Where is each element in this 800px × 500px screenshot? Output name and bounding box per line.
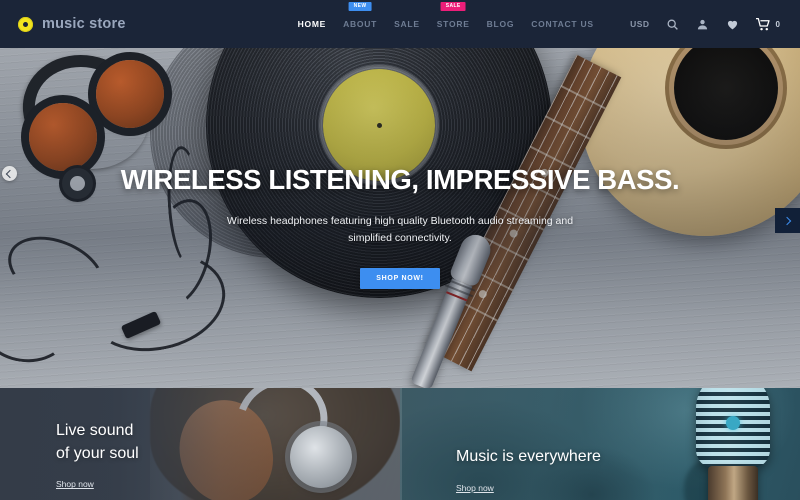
nav-badge-new: NEW — [348, 2, 372, 11]
promo-left-title-line2: of your soul — [56, 444, 139, 462]
nav-badge-sale: SALE — [440, 2, 466, 11]
currency-selector[interactable]: USD — [630, 19, 649, 29]
user-icon[interactable] — [696, 17, 710, 31]
nav-label-sale: SALE — [394, 19, 420, 29]
promo-banner-music-everywhere[interactable]: Music is everywhere Shop now — [400, 388, 800, 500]
promo-banners: Live sound of your soul Shop now Music i… — [0, 388, 800, 500]
hero-shop-now-button[interactable]: SHOP NOW! — [360, 268, 440, 289]
promo-right-shop-now-link[interactable]: Shop now — [456, 483, 494, 493]
promo-left-text-block: Live sound of your soul Shop now — [56, 420, 139, 492]
nav-item-blog[interactable]: BLOG — [487, 17, 515, 31]
slider-next-button[interactable] — [775, 208, 800, 233]
hero-content: WIRELESS LISTENING, IMPRESSIVE BASS. Wir… — [0, 48, 800, 388]
promo-left-shop-now-link[interactable]: Shop now — [56, 479, 94, 489]
hero-title: WIRELESS LISTENING, IMPRESSIVE BASS. — [120, 164, 680, 195]
music-store-homepage: music store HOME NEW ABOUT SALE SALE STO… — [0, 0, 800, 500]
hero-subtitle: Wireless headphones featuring high quali… — [226, 215, 574, 244]
nav-item-sale[interactable]: SALE — [394, 17, 420, 31]
nav-item-contact-us[interactable]: CONTACT US — [531, 17, 594, 31]
cart-count: 0 — [775, 19, 780, 29]
cart-button[interactable]: 0 — [755, 17, 780, 31]
vinyl-record-icon — [18, 16, 33, 32]
site-header: music store HOME NEW ABOUT SALE SALE STO… — [0, 0, 800, 48]
nav-item-store[interactable]: SALE STORE — [436, 2, 470, 31]
cart-icon — [755, 17, 770, 31]
chevron-right-icon — [782, 216, 791, 225]
search-icon[interactable] — [666, 17, 680, 31]
nav-label-store: STORE — [436, 19, 470, 29]
nav-item-home[interactable]: HOME — [298, 17, 327, 31]
nav-label-blog: BLOG — [486, 19, 515, 29]
header-tools: USD 0 — [630, 17, 780, 31]
brand-logo[interactable]: music store — [18, 16, 126, 32]
hero-slider: WIRELESS LISTENING, IMPRESSIVE BASS. Wir… — [0, 48, 800, 388]
nav-item-about[interactable]: NEW ABOUT — [343, 2, 378, 31]
slider-prev-button[interactable] — [2, 166, 17, 181]
chevron-left-icon — [5, 169, 15, 178]
promo-banner-live-sound[interactable]: Live sound of your soul Shop now — [0, 388, 400, 500]
nav-label-home: HOME — [297, 19, 327, 29]
main-navigation: HOME NEW ABOUT SALE SALE STORE BLOG CONT… — [298, 2, 594, 31]
promo-right-text-block: Music is everywhere Shop now — [456, 446, 601, 496]
nav-label-contact-us: CONTACT US — [531, 19, 594, 29]
promo-left-title-line1: Live sound — [56, 422, 134, 439]
nav-label-about: ABOUT — [343, 19, 378, 29]
promo-divider — [400, 388, 402, 500]
promo-right-title: Music is everywhere — [456, 448, 601, 465]
brand-name: music store — [42, 16, 126, 32]
heart-icon[interactable] — [726, 17, 740, 31]
